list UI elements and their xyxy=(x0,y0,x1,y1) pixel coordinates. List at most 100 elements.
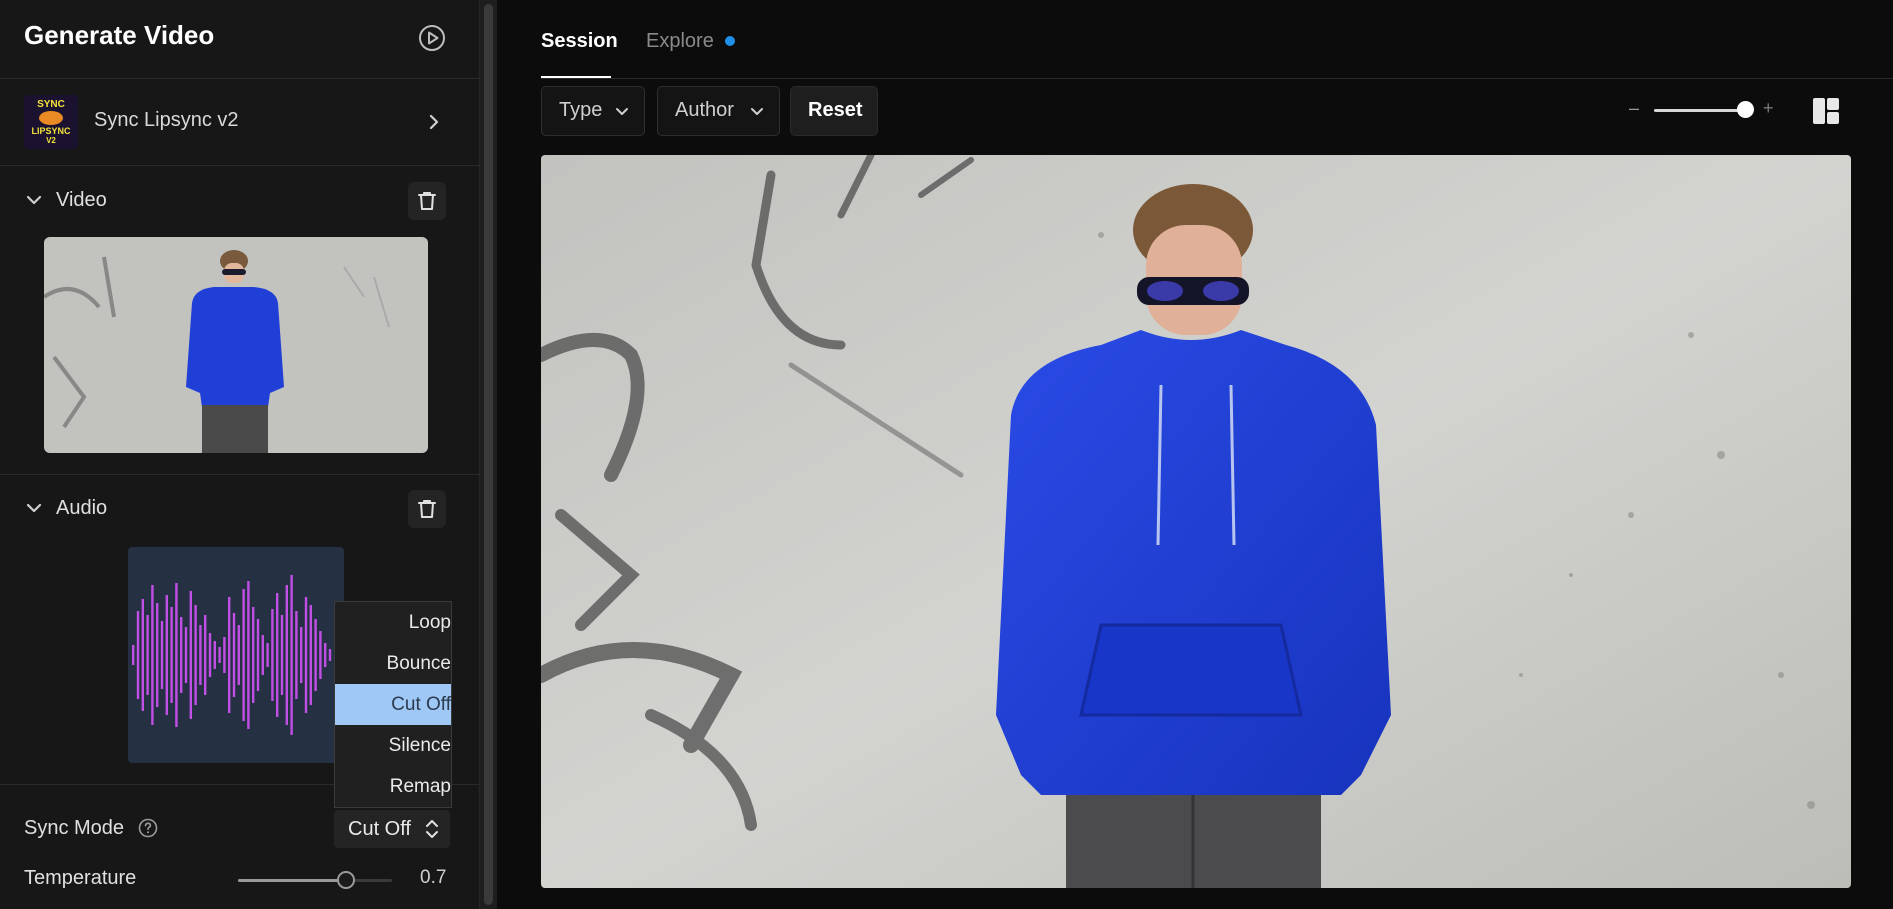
waveform-bar xyxy=(156,603,159,707)
sync-mode-dropdown: Loop Bounce Cut Off Silence Remap xyxy=(334,601,452,808)
waveform-bar xyxy=(132,645,135,665)
waveform-bar xyxy=(252,607,255,703)
waveform-bar xyxy=(165,595,168,715)
zoom-out-icon[interactable]: – xyxy=(1629,98,1639,119)
gallery-area: Session Explore Type Author Reset – + xyxy=(497,0,1893,909)
play-circle-icon[interactable] xyxy=(418,24,446,52)
generated-video-preview[interactable] xyxy=(541,155,1851,888)
section-divider xyxy=(0,474,479,475)
waveform-bar xyxy=(175,583,178,727)
waveform-bar xyxy=(266,643,269,667)
waveform-bar xyxy=(223,637,226,673)
waveform-bar xyxy=(180,617,183,693)
delete-video-button[interactable] xyxy=(408,182,446,220)
waveform-bar xyxy=(189,591,192,719)
dropdown-option-remap[interactable]: Remap xyxy=(335,766,451,807)
zoom-slider-handle[interactable] xyxy=(1737,101,1754,118)
waveform-bar xyxy=(141,599,144,711)
dropdown-option-loop[interactable]: Loop xyxy=(335,602,451,643)
waveform-bar xyxy=(146,615,149,695)
waveform-bar xyxy=(218,647,221,663)
chevron-down-icon[interactable] xyxy=(26,194,42,206)
layout-grid-icon[interactable] xyxy=(1812,97,1840,125)
dropdown-option-cut-off[interactable]: Cut Off xyxy=(335,684,451,725)
waveform-bar xyxy=(232,613,236,697)
waveform-bar xyxy=(271,609,274,701)
scrollbar-thumb[interactable] xyxy=(484,4,493,905)
audio-section-label: Audio xyxy=(56,497,108,519)
waveform-bar xyxy=(304,597,308,713)
reset-filters-button[interactable]: Reset xyxy=(790,86,878,136)
panel-title: Generate Video xyxy=(24,20,215,50)
temperature-slider-handle[interactable] xyxy=(336,871,355,889)
audio-section-header[interactable]: Audio xyxy=(0,480,479,540)
waveform-bar xyxy=(276,593,279,717)
sync-mode-value: Cut Off xyxy=(348,818,411,840)
model-thumb-text-sync: SYNC xyxy=(37,99,65,110)
model-thumbnail: SYNC LIPSYNC V2 xyxy=(24,95,78,149)
trash-icon xyxy=(418,500,436,518)
dropdown-option-bounce[interactable]: Bounce xyxy=(335,643,451,684)
model-thumb-text-v2: V2 xyxy=(46,136,56,145)
chevron-right-icon[interactable] xyxy=(426,113,442,131)
type-filter-label: Type xyxy=(559,99,603,121)
waveform-bar xyxy=(194,605,197,705)
model-name: Sync Lipsync v2 xyxy=(94,109,239,131)
waveform-bar xyxy=(300,627,303,683)
waveform-bar xyxy=(170,607,173,703)
waveform-bar xyxy=(295,611,298,699)
video-thumbnail[interactable] xyxy=(44,237,428,453)
sync-mode-select[interactable]: Cut Off xyxy=(334,810,450,848)
waveform-bar xyxy=(319,631,322,679)
tab-session[interactable]: Session xyxy=(541,30,618,53)
waveform-bar xyxy=(290,575,293,735)
waveform-bar xyxy=(247,581,250,729)
chevron-down-icon xyxy=(751,108,763,115)
dropdown-option-silence[interactable]: Silence xyxy=(335,725,451,766)
waveform-bar xyxy=(160,621,164,689)
waveform-bar xyxy=(204,615,207,695)
waveform-bar xyxy=(324,643,327,667)
model-selector[interactable]: SYNC LIPSYNC V2 Sync Lipsync v2 xyxy=(0,79,479,166)
author-filter-label: Author xyxy=(675,99,734,121)
generate-panel: Generate Video SYNC LIPSYNC V2 Sync Lips… xyxy=(0,0,479,909)
waveform-bar xyxy=(261,635,264,675)
waveform-bar xyxy=(314,619,317,691)
zoom-slider-track[interactable] xyxy=(1654,109,1744,112)
author-filter-button[interactable]: Author xyxy=(657,86,780,136)
temperature-slider-fill xyxy=(238,879,346,882)
video-thumbnail-image xyxy=(44,237,428,453)
waveform-bar xyxy=(237,625,240,685)
model-thumb-graphic xyxy=(39,111,63,125)
help-circle-icon[interactable] xyxy=(138,818,158,838)
trash-icon xyxy=(418,192,436,210)
up-down-chevron-icon xyxy=(426,820,438,838)
preview-image xyxy=(541,155,1851,888)
waveform-bar xyxy=(136,611,140,699)
sync-mode-label: Sync Mode xyxy=(24,817,125,839)
waveform-bar xyxy=(256,619,260,691)
temperature-label: Temperature xyxy=(24,867,137,889)
waveform-graphic xyxy=(132,575,332,735)
panel-scrollbar[interactable] xyxy=(479,0,497,909)
zoom-in-icon[interactable]: + xyxy=(1763,98,1774,119)
video-section-label: Video xyxy=(56,189,107,211)
temperature-slider-track[interactable] xyxy=(238,879,392,882)
model-thumb-text-lipsync: LIPSYNC xyxy=(31,126,71,136)
delete-audio-button[interactable] xyxy=(408,490,446,528)
type-filter-button[interactable]: Type xyxy=(541,86,645,136)
video-section-header[interactable]: Video xyxy=(0,172,479,232)
waveform-bar xyxy=(280,615,284,695)
waveform-bar xyxy=(328,649,332,661)
waveform-bar xyxy=(309,605,312,705)
waveform-bar xyxy=(285,585,288,725)
tabs-divider xyxy=(541,78,1893,79)
temperature-value: 0.7 xyxy=(420,867,447,888)
waveform-bar xyxy=(184,627,188,683)
tab-explore[interactable]: Explore xyxy=(646,30,714,53)
chevron-down-icon[interactable] xyxy=(26,502,42,514)
panel-header: Generate Video xyxy=(0,0,479,79)
waveform-bar xyxy=(208,633,212,677)
audio-waveform[interactable] xyxy=(128,547,344,763)
waveform-bar xyxy=(151,585,154,725)
